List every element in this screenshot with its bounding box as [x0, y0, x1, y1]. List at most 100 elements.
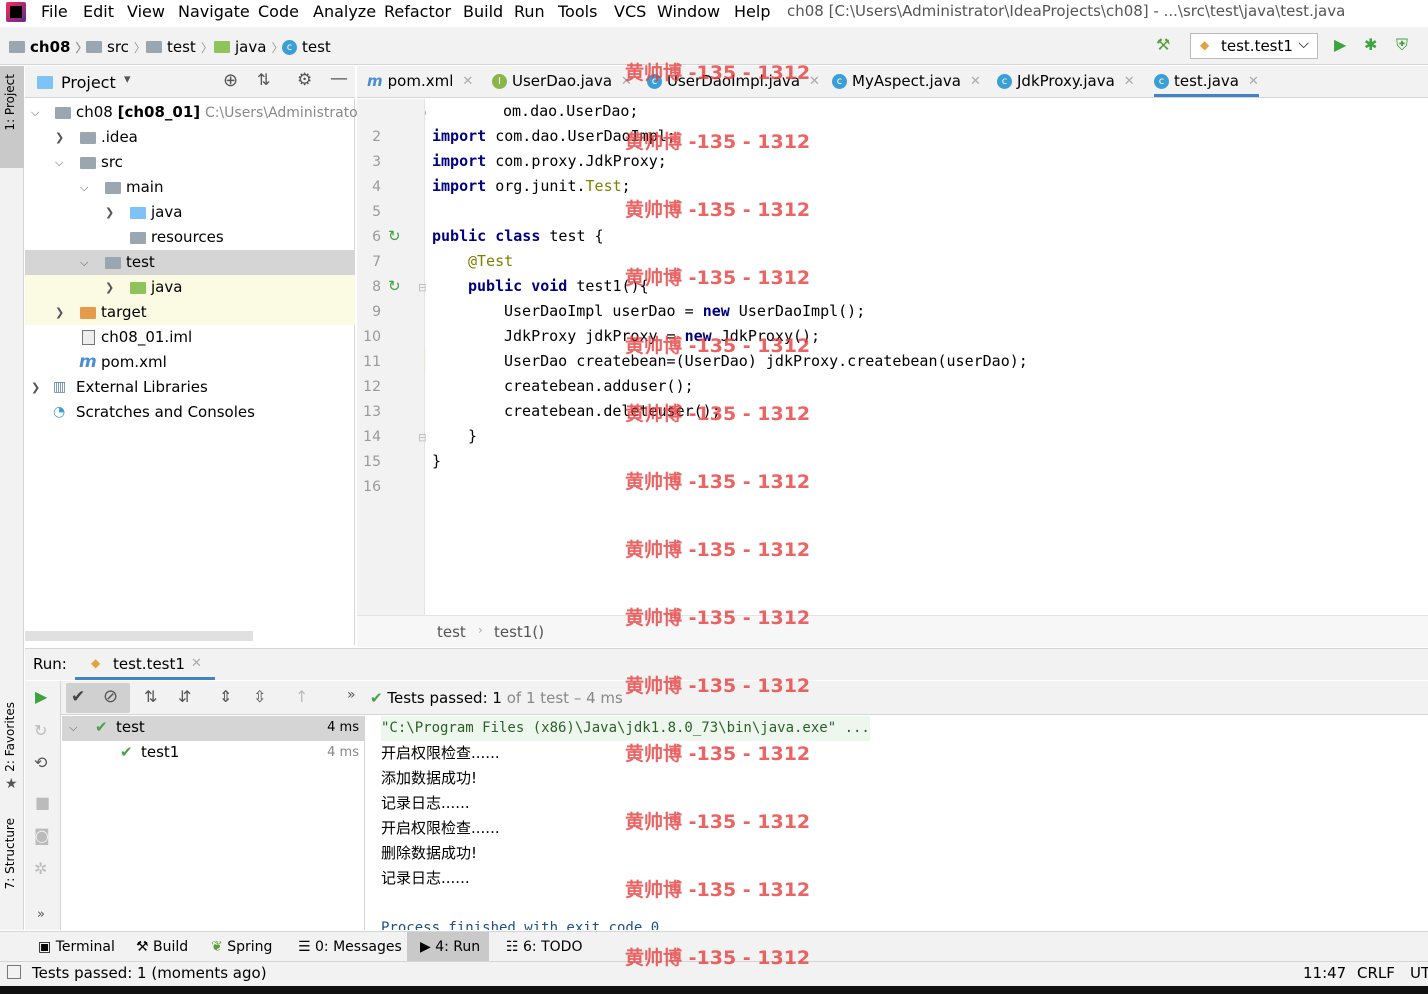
tool-tab-run[interactable]: ▶ 4: Run: [420, 939, 480, 955]
editor-crumb-class[interactable]: test: [437, 623, 466, 641]
chevron-down-icon[interactable]: ⌵: [80, 175, 88, 200]
tree-item-test[interactable]: ⌵ test: [25, 250, 355, 275]
tree-item-main[interactable]: ⌵ main: [25, 175, 355, 200]
tree-item-test-java[interactable]: ❯ java: [25, 275, 355, 300]
expand-all-icon[interactable]: ⇕: [219, 687, 232, 706]
chevron-right-icon[interactable]: ❯: [31, 375, 40, 400]
menu-build[interactable]: Build: [463, 2, 503, 21]
tree-item-main-java[interactable]: ❯ java: [25, 200, 355, 225]
menu-edit[interactable]: Edit: [83, 2, 114, 21]
menu-run[interactable]: Run: [514, 2, 545, 21]
breadcrumb-class[interactable]: c test: [282, 38, 331, 56]
show-ignored-icon[interactable]: ⊘: [103, 686, 118, 707]
tool-tab-favorites[interactable]: 2: Favorites: [3, 702, 17, 772]
close-icon[interactable]: ✕: [809, 74, 820, 89]
tab-userdao[interactable]: I UserDao.java ✕: [492, 72, 632, 90]
run-tab[interactable]: ◆ test.test1 ✕: [75, 649, 215, 680]
tab-myaspect[interactable]: c MyAspect.java ✕: [832, 72, 981, 90]
settings-icon[interactable]: ✲: [34, 859, 47, 878]
breadcrumb-project[interactable]: ch08 〉: [9, 38, 87, 56]
sort-alpha-icon[interactable]: ⇅: [144, 687, 157, 706]
toggle-tool-windows-icon[interactable]: [7, 965, 21, 979]
sort-duration-icon[interactable]: ⇵: [178, 687, 191, 706]
tool-tab-todo[interactable]: ☷ 6: TODO: [506, 939, 582, 955]
run-test-method-icon[interactable]: ↻: [388, 277, 401, 295]
tree-item-external-libraries[interactable]: ❯ ▥ External Libraries: [25, 375, 355, 400]
chevron-right-icon[interactable]: ❯: [105, 275, 114, 300]
chevron-down-icon[interactable]: ⌵: [69, 721, 77, 735]
chevron-down-icon[interactable]: ⌵: [80, 250, 88, 275]
gear-icon[interactable]: ⚙: [297, 70, 312, 90]
tool-tab-structure[interactable]: 7: Structure: [3, 818, 17, 889]
run-with-coverage-icon[interactable]: ⛨: [1396, 35, 1408, 55]
run-icon[interactable]: ▶: [1334, 35, 1346, 54]
tool-tab-build[interactable]: ⚒ Build: [136, 939, 188, 955]
tree-item-resources[interactable]: resources: [25, 225, 355, 250]
menu-window[interactable]: Window: [657, 2, 720, 21]
menu-navigate[interactable]: Navigate: [178, 2, 250, 21]
project-view-title[interactable]: Project: [61, 73, 116, 92]
breadcrumb-test[interactable]: test 〉: [146, 38, 213, 56]
chevron-right-icon[interactable]: ❯: [55, 125, 64, 150]
toggle-auto-test-icon[interactable]: ⟲: [34, 753, 47, 772]
chevron-right-icon[interactable]: ❯: [55, 300, 64, 325]
test-node-test1[interactable]: ✔ test1 4 ms: [62, 741, 364, 766]
close-icon[interactable]: ✕: [1248, 74, 1259, 89]
line-separator[interactable]: CRLF: [1357, 964, 1395, 982]
previous-failed-icon[interactable]: ↑: [295, 687, 308, 706]
tool-tab-messages[interactable]: ☰ 0: Messages: [298, 939, 402, 955]
close-icon[interactable]: ✕: [191, 656, 202, 671]
editor-crumb-method[interactable]: test1(): [494, 623, 544, 641]
tool-tab-spring[interactable]: ❦ Spring: [211, 939, 272, 955]
minimize-icon[interactable]: —: [330, 68, 348, 89]
code-editor[interactable]: om.dao.UserDao; import com.dao.UserDaoIm…: [426, 99, 1428, 615]
menu-view[interactable]: View: [127, 2, 165, 21]
chevron-down-icon[interactable]: ⌵: [55, 150, 63, 175]
test-node-root[interactable]: ⌵ ✔ test 4 ms: [62, 716, 364, 741]
stop-icon[interactable]: ■: [35, 793, 50, 812]
tree-item-iml[interactable]: ch08_01.iml: [25, 325, 355, 350]
close-icon[interactable]: ✕: [621, 74, 632, 89]
file-encoding[interactable]: UT: [1410, 964, 1428, 982]
collapse-all-icon[interactable]: ⇳: [253, 687, 266, 706]
rerun-failed-icon[interactable]: ↻: [34, 721, 47, 740]
console-output[interactable]: "C:\Program Files (x86)\Java\jdk1.8.0_73…: [366, 716, 1428, 930]
tree-item-pom[interactable]: m pom.xml: [25, 350, 355, 375]
tab-userdaoimpl[interactable]: c UserDaoImpl.java ✕: [647, 72, 820, 90]
chevron-right-icon[interactable]: ❯: [105, 200, 114, 225]
menu-help[interactable]: Help: [734, 2, 770, 21]
close-icon[interactable]: ✕: [462, 74, 473, 89]
more-icon[interactable]: »: [347, 687, 356, 703]
menu-refactor[interactable]: Refactor: [384, 2, 451, 21]
rerun-icon[interactable]: ▶: [35, 687, 47, 706]
caret-position[interactable]: 11:47: [1303, 964, 1346, 982]
show-passed-icon[interactable]: ✔: [71, 687, 85, 707]
tool-tab-terminal[interactable]: ▣ Terminal: [38, 939, 115, 955]
menu-code[interactable]: Code: [258, 2, 299, 21]
build-hammer-icon[interactable]: ⚒: [1156, 35, 1170, 54]
run-test-class-icon[interactable]: ↻: [388, 227, 401, 245]
camera-icon[interactable]: ◙: [34, 826, 50, 845]
breadcrumb-java[interactable]: java 〉: [214, 38, 283, 56]
tool-tab-project[interactable]: 1: Project: [3, 74, 17, 131]
debug-icon[interactable]: ✱: [1364, 35, 1377, 54]
chevron-down-icon[interactable]: ▾: [124, 72, 131, 87]
collapse-all-icon[interactable]: ⇅: [257, 70, 270, 89]
tab-jdkproxy[interactable]: c JdkProxy.java ✕: [997, 72, 1135, 90]
menu-vcs[interactable]: VCS: [614, 2, 646, 21]
tree-item-src[interactable]: ⌵ src: [25, 150, 355, 175]
close-icon[interactable]: ✕: [1124, 74, 1135, 89]
tree-item-idea[interactable]: ❯ .idea: [25, 125, 355, 150]
chevron-down-icon[interactable]: ⌵: [31, 100, 39, 125]
menu-analyze[interactable]: Analyze: [313, 2, 376, 21]
close-icon[interactable]: ✕: [970, 74, 981, 89]
tree-item-ch08[interactable]: ⌵ ch08 [ch08_01] C:\Users\Administrator\…: [25, 100, 493, 125]
more-icon[interactable]: »: [37, 907, 45, 922]
breadcrumb-src[interactable]: src 〉: [86, 38, 146, 56]
menu-tools[interactable]: Tools: [558, 2, 597, 21]
locate-file-icon[interactable]: ⊕: [223, 70, 238, 91]
tree-item-target[interactable]: ❯ target: [25, 300, 355, 325]
tab-test-java[interactable]: c test.java ✕: [1154, 72, 1259, 97]
tab-pom-xml[interactable]: m pom.xml ✕: [367, 72, 473, 90]
horizontal-scrollbar[interactable]: [25, 631, 253, 641]
